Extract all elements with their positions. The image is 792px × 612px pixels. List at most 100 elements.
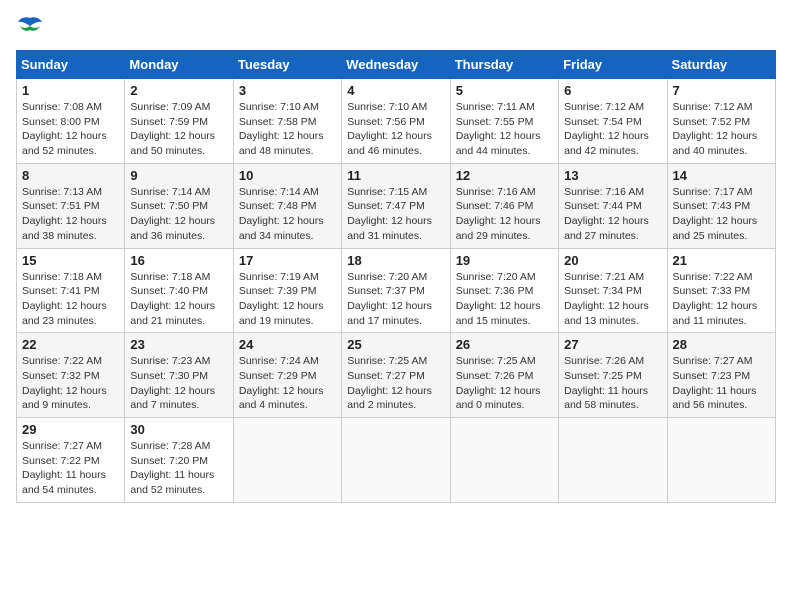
day-number: 25 bbox=[347, 337, 444, 352]
day-number: 19 bbox=[456, 253, 553, 268]
day-number: 13 bbox=[564, 168, 661, 183]
calendar-cell: 3 Sunrise: 7:10 AMSunset: 7:58 PMDaylight… bbox=[233, 79, 341, 164]
calendar-cell: 5 Sunrise: 7:11 AMSunset: 7:55 PMDaylight… bbox=[450, 79, 558, 164]
day-info: Sunrise: 7:12 AMSunset: 7:54 PMDaylight:… bbox=[564, 100, 661, 159]
day-info: Sunrise: 7:13 AMSunset: 7:51 PMDaylight:… bbox=[22, 185, 119, 244]
day-info: Sunrise: 7:14 AMSunset: 7:50 PMDaylight:… bbox=[130, 185, 227, 244]
calendar-cell bbox=[559, 418, 667, 503]
calendar-cell: 11Sunrise: 7:15 AMSunset: 7:47 PMDayligh… bbox=[342, 163, 450, 248]
calendar-cell: 20 Sunrise: 7:21 AMSunset: 7:34 PMDayligh… bbox=[559, 248, 667, 333]
day-number: 29 bbox=[22, 422, 119, 437]
calendar-cell: 12Sunrise: 7:16 AMSunset: 7:46 PMDayligh… bbox=[450, 163, 558, 248]
day-info: Sunrise: 7:22 AMSunset: 7:33 PMDaylight:… bbox=[673, 270, 770, 329]
day-number: 1 bbox=[22, 83, 119, 98]
calendar-cell: 18 Sunrise: 7:20 AMSunset: 7:37 PMDayligh… bbox=[342, 248, 450, 333]
day-number: 21 bbox=[673, 253, 770, 268]
day-number: 5 bbox=[456, 83, 553, 98]
day-info: Sunrise: 7:28 AMSunset: 7:20 PMDaylight:… bbox=[130, 439, 227, 498]
day-info: Sunrise: 7:19 AMSunset: 7:39 PMDaylight:… bbox=[239, 270, 336, 329]
day-number: 14 bbox=[673, 168, 770, 183]
calendar-week-row: 15 Sunrise: 7:18 AMSunset: 7:41 PMDayligh… bbox=[17, 248, 776, 333]
calendar-cell: 14 Sunrise: 7:17 AMSunset: 7:43 PMDayligh… bbox=[667, 163, 775, 248]
calendar-cell: 19Sunrise: 7:20 AMSunset: 7:36 PMDayligh… bbox=[450, 248, 558, 333]
calendar-cell: 26 Sunrise: 7:25 AMSunset: 7:26 PMDayligh… bbox=[450, 333, 558, 418]
calendar-cell: 24 Sunrise: 7:24 AMSunset: 7:29 PMDayligh… bbox=[233, 333, 341, 418]
calendar-cell: 29 Sunrise: 7:27 AMSunset: 7:22 PMDayligh… bbox=[17, 418, 125, 503]
calendar-cell: 6 Sunrise: 7:12 AMSunset: 7:54 PMDaylight… bbox=[559, 79, 667, 164]
day-info: Sunrise: 7:10 AMSunset: 7:56 PMDaylight:… bbox=[347, 100, 444, 159]
calendar-week-row: 22 Sunrise: 7:22 AMSunset: 7:32 PMDayligh… bbox=[17, 333, 776, 418]
calendar-cell: 2Sunrise: 7:09 AMSunset: 7:59 PMDaylight… bbox=[125, 79, 233, 164]
day-number: 6 bbox=[564, 83, 661, 98]
day-info: Sunrise: 7:22 AMSunset: 7:32 PMDaylight:… bbox=[22, 354, 119, 413]
day-info: Sunrise: 7:18 AMSunset: 7:40 PMDaylight:… bbox=[130, 270, 227, 329]
calendar-week-row: 8Sunrise: 7:13 AMSunset: 7:51 PMDaylight… bbox=[17, 163, 776, 248]
calendar-cell: 27 Sunrise: 7:26 AMSunset: 7:25 PMDayligh… bbox=[559, 333, 667, 418]
day-info: Sunrise: 7:25 AMSunset: 7:27 PMDaylight:… bbox=[347, 354, 444, 413]
calendar-cell: 21 Sunrise: 7:22 AMSunset: 7:33 PMDayligh… bbox=[667, 248, 775, 333]
day-number: 10 bbox=[239, 168, 336, 183]
calendar-cell: 7 Sunrise: 7:12 AMSunset: 7:52 PMDaylight… bbox=[667, 79, 775, 164]
logo-bird-icon bbox=[16, 16, 44, 38]
day-number: 3 bbox=[239, 83, 336, 98]
day-number: 24 bbox=[239, 337, 336, 352]
weekday-header-monday: Monday bbox=[125, 51, 233, 79]
calendar-cell: 13 Sunrise: 7:16 AMSunset: 7:44 PMDayligh… bbox=[559, 163, 667, 248]
weekday-header-friday: Friday bbox=[559, 51, 667, 79]
day-number: 4 bbox=[347, 83, 444, 98]
day-number: 11 bbox=[347, 168, 444, 183]
calendar-cell bbox=[342, 418, 450, 503]
calendar-cell: 22 Sunrise: 7:22 AMSunset: 7:32 PMDayligh… bbox=[17, 333, 125, 418]
day-info: Sunrise: 7:09 AMSunset: 7:59 PMDaylight:… bbox=[130, 100, 227, 159]
logo bbox=[16, 16, 48, 38]
calendar-week-row: 1Sunrise: 7:08 AMSunset: 8:00 PMDaylight… bbox=[17, 79, 776, 164]
day-info: Sunrise: 7:10 AMSunset: 7:58 PMDaylight:… bbox=[239, 100, 336, 159]
weekday-header-saturday: Saturday bbox=[667, 51, 775, 79]
calendar-week-row: 29 Sunrise: 7:27 AMSunset: 7:22 PMDayligh… bbox=[17, 418, 776, 503]
day-number: 27 bbox=[564, 337, 661, 352]
day-number: 18 bbox=[347, 253, 444, 268]
calendar-cell: 4 Sunrise: 7:10 AMSunset: 7:56 PMDaylight… bbox=[342, 79, 450, 164]
calendar-cell: 17 Sunrise: 7:19 AMSunset: 7:39 PMDayligh… bbox=[233, 248, 341, 333]
day-number: 30 bbox=[130, 422, 227, 437]
weekday-header-wednesday: Wednesday bbox=[342, 51, 450, 79]
day-number: 20 bbox=[564, 253, 661, 268]
day-number: 28 bbox=[673, 337, 770, 352]
day-number: 26 bbox=[456, 337, 553, 352]
calendar-cell: 9 Sunrise: 7:14 AMSunset: 7:50 PMDaylight… bbox=[125, 163, 233, 248]
calendar-cell: 16 Sunrise: 7:18 AMSunset: 7:40 PMDayligh… bbox=[125, 248, 233, 333]
day-info: Sunrise: 7:20 AMSunset: 7:37 PMDaylight:… bbox=[347, 270, 444, 329]
day-info: Sunrise: 7:11 AMSunset: 7:55 PMDaylight:… bbox=[456, 100, 553, 159]
calendar-cell bbox=[450, 418, 558, 503]
day-number: 9 bbox=[130, 168, 227, 183]
day-info: Sunrise: 7:27 AMSunset: 7:22 PMDaylight:… bbox=[22, 439, 119, 498]
day-number: 23 bbox=[130, 337, 227, 352]
day-info: Sunrise: 7:16 AMSunset: 7:44 PMDaylight:… bbox=[564, 185, 661, 244]
calendar-cell: 28Sunrise: 7:27 AMSunset: 7:23 PMDayligh… bbox=[667, 333, 775, 418]
day-info: Sunrise: 7:18 AMSunset: 7:41 PMDaylight:… bbox=[22, 270, 119, 329]
day-info: Sunrise: 7:26 AMSunset: 7:25 PMDaylight:… bbox=[564, 354, 661, 413]
day-number: 15 bbox=[22, 253, 119, 268]
calendar-cell: 10 Sunrise: 7:14 AMSunset: 7:48 PMDayligh… bbox=[233, 163, 341, 248]
day-info: Sunrise: 7:25 AMSunset: 7:26 PMDaylight:… bbox=[456, 354, 553, 413]
day-info: Sunrise: 7:24 AMSunset: 7:29 PMDaylight:… bbox=[239, 354, 336, 413]
day-info: Sunrise: 7:12 AMSunset: 7:52 PMDaylight:… bbox=[673, 100, 770, 159]
day-number: 17 bbox=[239, 253, 336, 268]
calendar-cell: 23Sunrise: 7:23 AMSunset: 7:30 PMDayligh… bbox=[125, 333, 233, 418]
weekday-header-sunday: Sunday bbox=[17, 51, 125, 79]
day-number: 22 bbox=[22, 337, 119, 352]
day-info: Sunrise: 7:17 AMSunset: 7:43 PMDaylight:… bbox=[673, 185, 770, 244]
day-number: 7 bbox=[673, 83, 770, 98]
day-info: Sunrise: 7:14 AMSunset: 7:48 PMDaylight:… bbox=[239, 185, 336, 244]
calendar-cell: 8Sunrise: 7:13 AMSunset: 7:51 PMDaylight… bbox=[17, 163, 125, 248]
day-info: Sunrise: 7:21 AMSunset: 7:34 PMDaylight:… bbox=[564, 270, 661, 329]
day-number: 12 bbox=[456, 168, 553, 183]
calendar-cell: 1Sunrise: 7:08 AMSunset: 8:00 PMDaylight… bbox=[17, 79, 125, 164]
calendar-table: SundayMondayTuesdayWednesdayThursdayFrid… bbox=[16, 50, 776, 503]
calendar-cell bbox=[233, 418, 341, 503]
calendar-cell: 15 Sunrise: 7:18 AMSunset: 7:41 PMDayligh… bbox=[17, 248, 125, 333]
weekday-header-tuesday: Tuesday bbox=[233, 51, 341, 79]
day-number: 16 bbox=[130, 253, 227, 268]
calendar-cell: 30 Sunrise: 7:28 AMSunset: 7:20 PMDayligh… bbox=[125, 418, 233, 503]
calendar-cell: 25 Sunrise: 7:25 AMSunset: 7:27 PMDayligh… bbox=[342, 333, 450, 418]
